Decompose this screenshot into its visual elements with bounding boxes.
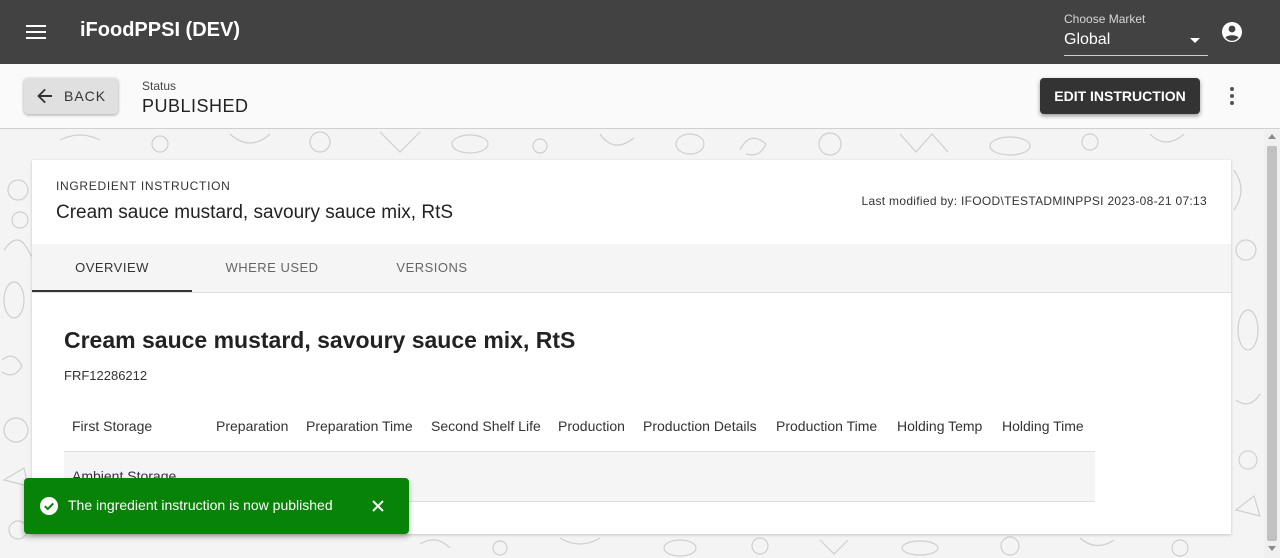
column-header: Second Shelf Life	[431, 418, 541, 434]
column-header: Production Time	[776, 418, 878, 434]
tab-where-used[interactable]: WHERE USED	[192, 244, 352, 292]
instruction-type: INGREDIENT INSTRUCTION	[56, 179, 231, 193]
content-title: Cream sauce mustard, savoury sauce mix, …	[64, 327, 576, 353]
status-value: PUBLISHED	[142, 96, 249, 116]
scroll-up-icon[interactable]	[1268, 134, 1276, 139]
instruction-code: FRF12286212	[64, 368, 148, 383]
app-title: iFoodPPSI (DEV)	[80, 19, 240, 41]
status-label: Status	[142, 79, 177, 93]
market-select[interactable]: Choose Market Global	[1064, 10, 1208, 56]
snackbar-message: The ingredient instruction is now publis…	[68, 497, 333, 513]
close-icon[interactable]	[370, 498, 386, 514]
scroll-down-icon[interactable]	[1268, 546, 1276, 551]
tab-overview[interactable]: OVERVIEW	[32, 244, 192, 292]
column-header: Holding Time	[1002, 418, 1084, 434]
success-snackbar: The ingredient instruction is now publis…	[24, 478, 409, 534]
last-modified-info: Last modified by: IFOOD\TESTADMINPPSI 20…	[861, 194, 1207, 208]
column-header: Preparation Time	[306, 418, 413, 434]
instruction-title: Cream sauce mustard, savoury sauce mix, …	[56, 202, 454, 223]
status-bar: BACK Status PUBLISHED EDIT INSTRUCTION	[0, 64, 1280, 129]
edit-instruction-button[interactable]: EDIT INSTRUCTION	[1040, 78, 1200, 114]
back-button[interactable]: BACK	[24, 78, 118, 114]
back-button-label: BACK	[64, 88, 107, 104]
scrollbar-thumb[interactable]	[1267, 146, 1277, 541]
column-header: Production Details	[643, 418, 757, 434]
more-vert-icon[interactable]	[1222, 84, 1242, 108]
menu-icon[interactable]	[22, 20, 50, 44]
column-header: First Storage	[72, 418, 153, 434]
market-select-label: Choose Market	[1064, 12, 1146, 26]
page-scrollbar[interactable]	[1264, 130, 1280, 558]
table-header: First Storage Preparation Preparation Ti…	[64, 401, 1095, 452]
arrow-back-icon	[36, 87, 54, 105]
column-header: Preparation	[216, 418, 289, 434]
market-select-value: Global	[1064, 31, 1111, 48]
account-circle-icon[interactable]	[1220, 20, 1244, 44]
column-header: Holding Temp	[897, 418, 983, 434]
tab-versions[interactable]: VERSIONS	[352, 244, 512, 292]
dropdown-caret-icon	[1190, 38, 1200, 43]
app-bar: iFoodPPSI (DEV) Choose Market Global	[0, 0, 1280, 64]
check-circle-icon	[40, 497, 58, 515]
tab-bar: OVERVIEW WHERE USED VERSIONS	[32, 244, 1231, 293]
column-header: Production	[558, 418, 625, 434]
